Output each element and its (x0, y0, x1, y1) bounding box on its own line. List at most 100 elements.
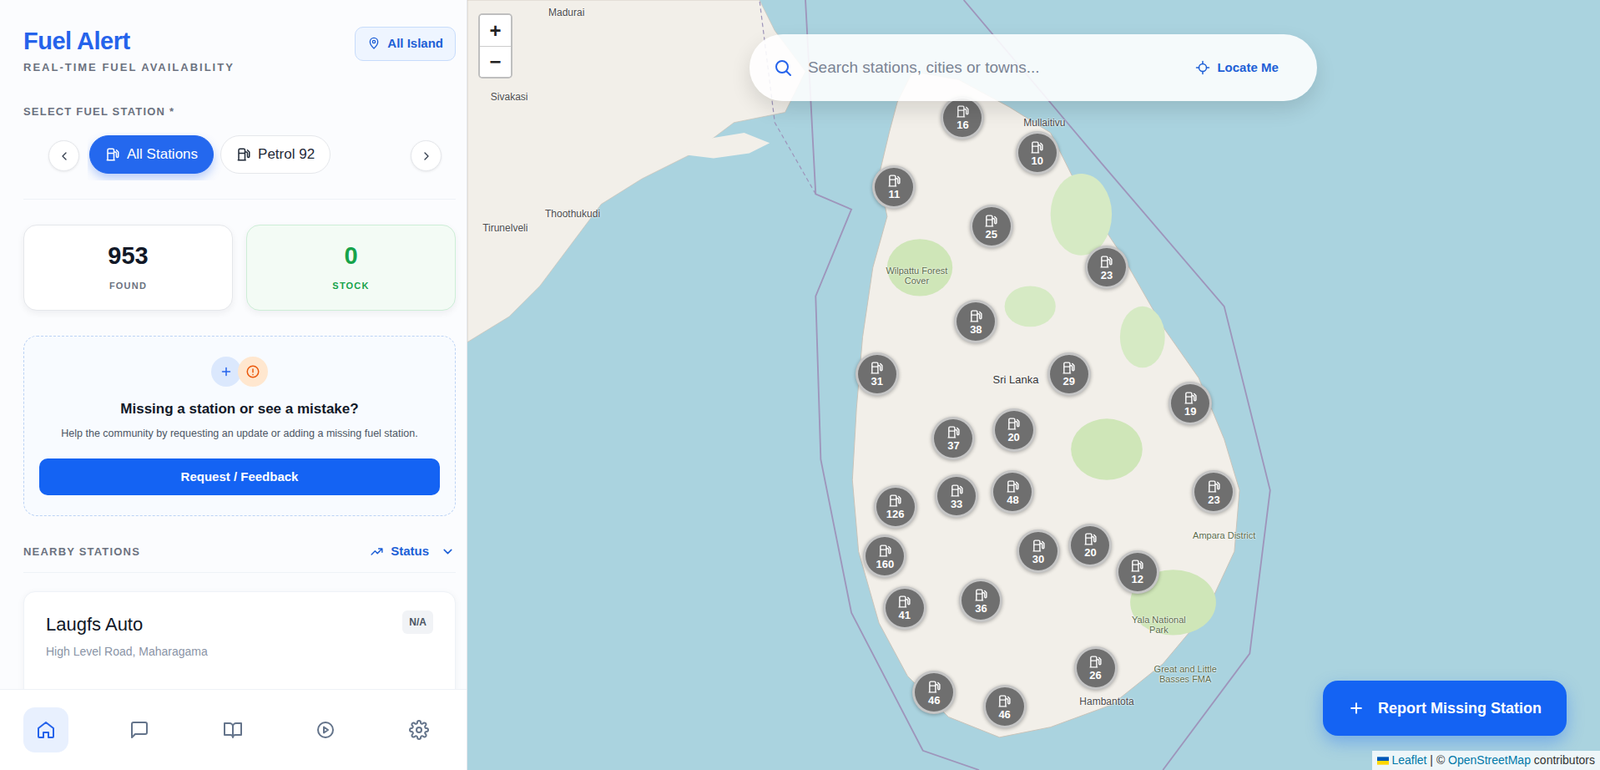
cluster-count: 126 (886, 508, 905, 520)
sort-label: Status (390, 541, 430, 561)
cluster-count: 12 (1130, 573, 1143, 585)
station-name: Laugfs Auto (45, 610, 208, 638)
attribution-suffix: contributors (1530, 752, 1595, 767)
sidebar: Fuel Alert REAL-TIME FUEL AVAILABILITY A… (0, 0, 468, 770)
crosshair-icon (1195, 60, 1211, 76)
nav-item[interactable] (302, 706, 349, 753)
station-cluster[interactable]: 23 (1085, 245, 1129, 289)
station-cluster[interactable]: 160 (863, 534, 907, 578)
station-cluster[interactable]: 48 (990, 469, 1035, 514)
station-cluster[interactable]: 20 (1068, 523, 1112, 567)
stat-card: 0 STOCK (246, 224, 456, 311)
chips-next-button[interactable] (410, 140, 442, 172)
sort-dropdown[interactable]: Status (368, 540, 456, 562)
fuel-pump-icon (955, 104, 970, 119)
nav-item[interactable] (116, 706, 162, 753)
station-cluster[interactable]: 36 (958, 578, 1003, 622)
station-cluster[interactable]: 29 (1047, 352, 1091, 396)
feedback-button[interactable]: Request / Feedback (39, 458, 440, 495)
sidebar-scroll[interactable]: Fuel Alert REAL-TIME FUEL AVAILABILITY A… (0, 0, 467, 689)
stat-value: 953 (107, 242, 148, 270)
station-card[interactable]: Laugfs AutoHigh Level Road, MaharagamaN/… (23, 590, 456, 689)
station-cluster[interactable]: 19 (1168, 381, 1212, 425)
map-place-label: Wilpattu Forest Cover (883, 265, 950, 286)
stat-card: 953FOUND (23, 224, 233, 311)
fuel-pump-icon (1083, 531, 1098, 546)
plus-icon (1347, 699, 1365, 717)
attribution-separator: | © (1426, 752, 1449, 767)
locate-button[interactable]: Locate Me (1190, 57, 1283, 79)
chip-label: All Stations (126, 143, 198, 166)
book-icon (222, 719, 243, 740)
cluster-count: 26 (1089, 669, 1101, 681)
station-cluster[interactable]: 16 (940, 95, 985, 140)
zoom-in-button[interactable]: + (479, 15, 511, 46)
fuel-pump-icon (1031, 538, 1046, 553)
fuel-pump-icon (105, 146, 121, 162)
osm-link[interactable]: OpenStreetMap (1448, 752, 1531, 767)
fuel-pump-icon (949, 483, 965, 498)
fuel-chip[interactable]: All Stations (89, 135, 214, 174)
cluster-count: 23 (1207, 494, 1220, 505)
search-input[interactable] (806, 55, 1177, 81)
map-attribution: Leaflet | © OpenStreetMap contributors (1372, 750, 1600, 770)
station-cluster[interactable]: 41 (883, 585, 927, 630)
region-button[interactable]: All Island (354, 26, 456, 61)
station-cluster[interactable]: 11 (872, 165, 916, 209)
stat-label: STOCK (332, 278, 369, 293)
cluster-count: 16 (956, 119, 969, 131)
station-cluster[interactable]: 31 (855, 352, 899, 396)
zoom-control: + − (478, 13, 513, 79)
stat-value: 0 (343, 242, 358, 270)
search-icon (772, 57, 793, 78)
station-cluster[interactable]: 33 (934, 474, 979, 518)
station-cluster[interactable]: 10 (1015, 131, 1060, 175)
plus-icon (211, 356, 242, 387)
fuel-pump-icon (236, 146, 252, 162)
station-cluster[interactable]: 46 (912, 670, 956, 714)
station-cluster[interactable]: 20 (992, 408, 1036, 452)
chevron-right-icon (419, 149, 434, 163)
cluster-count: 38 (969, 323, 982, 335)
fuel-pump-icon (969, 308, 984, 324)
cluster-count: 11 (888, 188, 901, 200)
trend-icon (369, 544, 384, 559)
fuel-pump-icon (1206, 479, 1222, 494)
nearby-label: NEARBY STATIONS (23, 543, 141, 561)
station-cluster[interactable]: 126 (873, 484, 918, 529)
map[interactable]: + − MaduraiSivakasiThoothukudiTirunelvel… (467, 0, 1600, 770)
fuel-pump-icon (869, 360, 884, 375)
station-cluster[interactable]: 46 (983, 684, 1027, 728)
cluster-count: 37 (947, 439, 959, 451)
cluster-count: 48 (1006, 494, 1019, 505)
nav-item[interactable] (23, 706, 69, 753)
cluster-count: 23 (1100, 269, 1113, 281)
play-icon (315, 719, 336, 740)
fuel-pump-icon (1029, 140, 1045, 155)
fuel-pump-icon (1005, 479, 1020, 494)
station-cluster[interactable]: 12 (1115, 550, 1160, 594)
chat-icon (129, 719, 150, 740)
station-cluster[interactable]: 38 (953, 299, 998, 344)
alert-icon (237, 356, 268, 387)
cluster-count: 160 (876, 558, 895, 570)
fuel-chip[interactable]: Petrol 92 (220, 135, 331, 174)
station-cluster[interactable]: 26 (1074, 646, 1118, 690)
station-cluster[interactable]: 37 (931, 416, 975, 460)
fuel-pump-icon (878, 543, 893, 558)
station-cluster[interactable]: 30 (1016, 529, 1060, 573)
zoom-out-button[interactable]: − (479, 45, 511, 77)
fuel-pump-icon (897, 594, 912, 609)
chips-prev-button[interactable] (48, 140, 80, 172)
fuel-pump-icon (1061, 360, 1076, 375)
nav-item[interactable] (210, 706, 256, 753)
report-missing-button[interactable]: Report Missing Station (1322, 680, 1567, 736)
report-label: Report Missing Station (1377, 696, 1542, 720)
cluster-count: 25 (984, 228, 997, 240)
cluster-count: 30 (1032, 553, 1045, 565)
leaflet-link[interactable]: Leaflet (1391, 752, 1427, 767)
cluster-count: 31 (870, 375, 883, 387)
nav-item[interactable] (396, 706, 442, 753)
station-cluster[interactable]: 23 (1191, 469, 1236, 514)
station-cluster[interactable]: 25 (969, 204, 1014, 248)
